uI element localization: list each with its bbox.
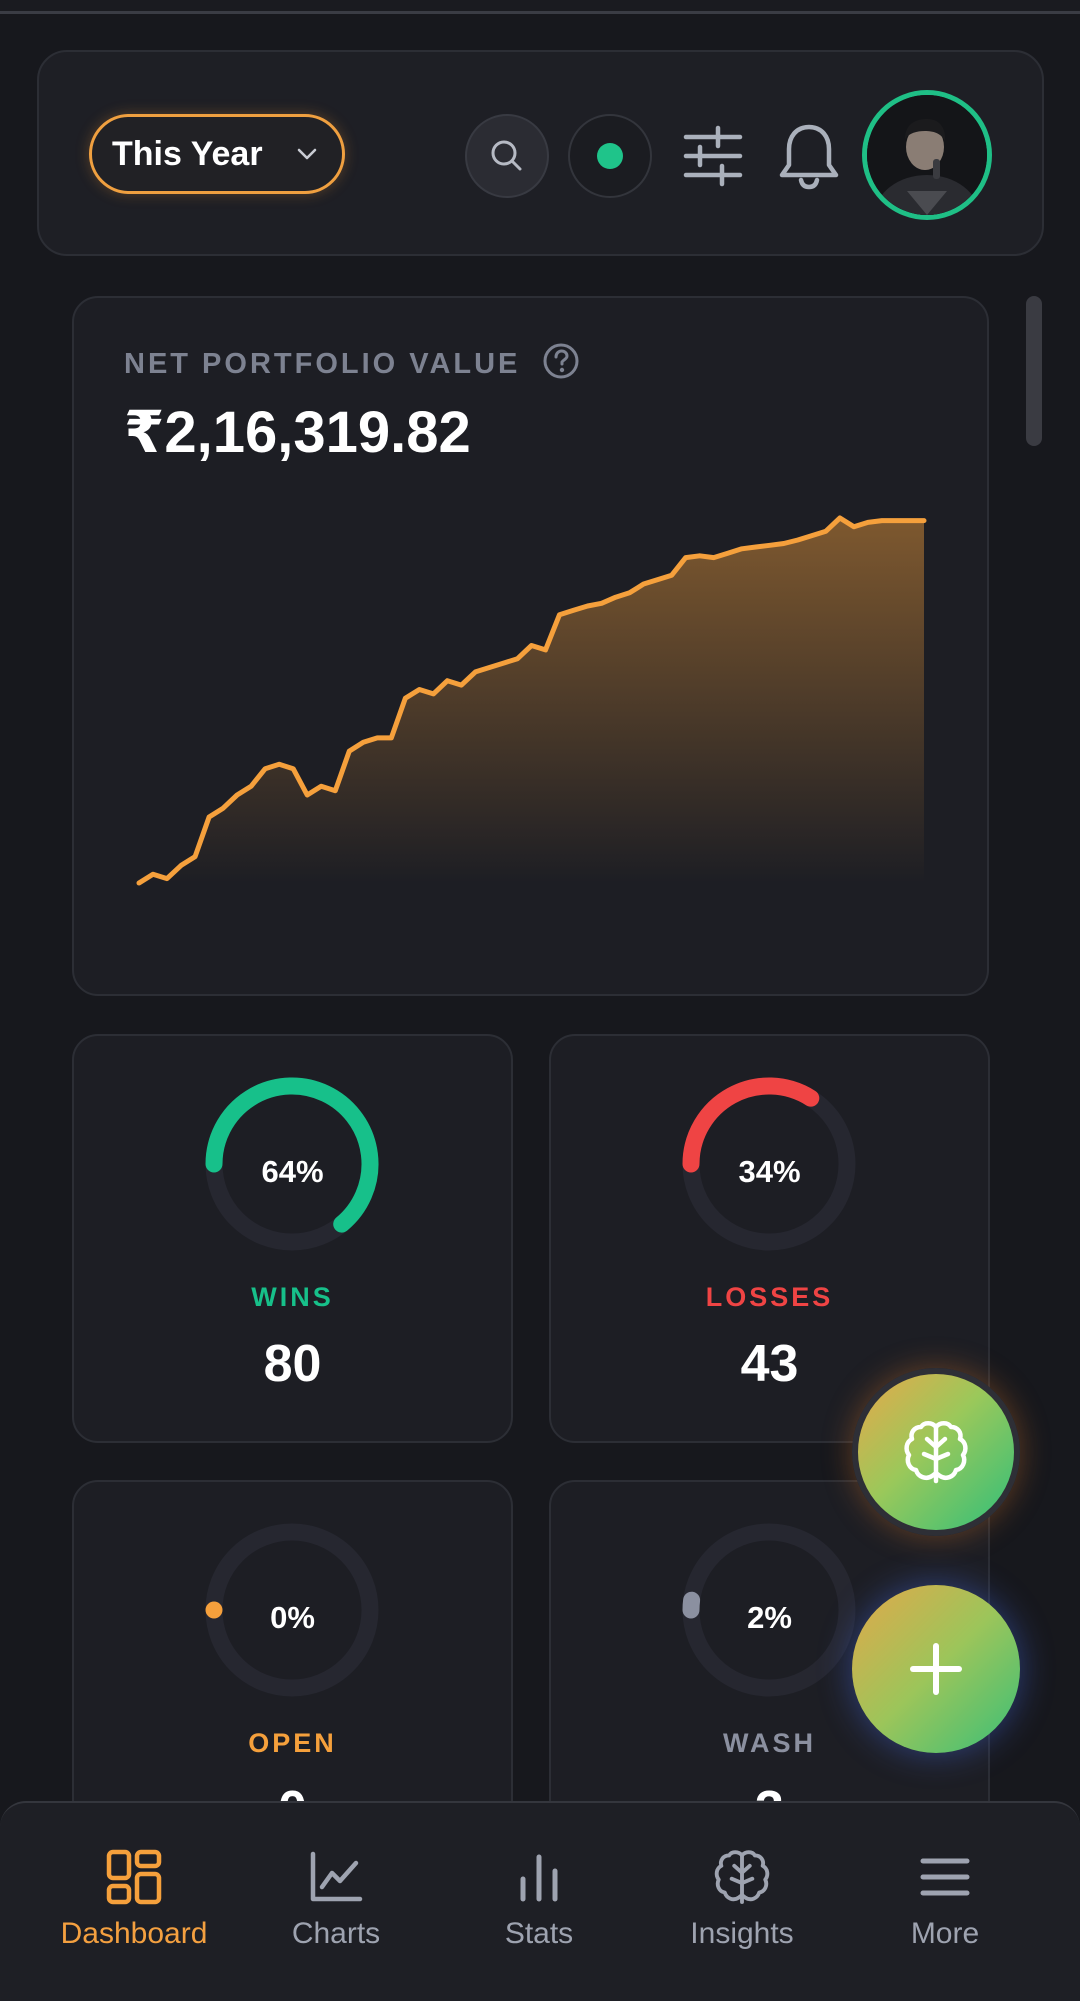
- losses-label: LOSSES: [705, 1282, 834, 1312]
- chart-area-fill: [139, 518, 924, 883]
- portfolio-card: NET PORTFOLIO VALUE ₹2,16,319.82: [72, 296, 989, 996]
- scrollbar-thumb[interactable]: [1026, 296, 1042, 446]
- status-bar-edge: [0, 0, 1080, 14]
- nav-more[interactable]: More: [845, 1803, 1045, 1993]
- menu-icon: [920, 1858, 970, 1896]
- brain-icon: [904, 1421, 968, 1484]
- open-label: OPEN: [248, 1728, 337, 1758]
- losses-gauge-arc: [682, 1077, 820, 1173]
- status-indicator-button[interactable]: [568, 114, 652, 198]
- bell-icon: [779, 124, 839, 190]
- nav-charts[interactable]: Charts: [236, 1803, 436, 1993]
- dashboard-icon: [106, 1849, 162, 1905]
- sliders-icon: [683, 125, 743, 187]
- online-status-dot: [597, 143, 623, 169]
- plus-icon: [910, 1643, 962, 1695]
- nav-insights-label: Insights: [690, 1917, 794, 1950]
- bar-stats-icon: [520, 1854, 558, 1902]
- portfolio-area-chart: [136, 515, 927, 886]
- notifications-button[interactable]: [767, 114, 851, 198]
- ai-insights-fab[interactable]: [852, 1368, 1020, 1536]
- search-icon: [491, 140, 522, 171]
- nav-dashboard-label: Dashboard: [60, 1917, 208, 1950]
- nav-stats-label: Stats: [504, 1917, 574, 1950]
- losses-percent: 34%: [738, 1154, 801, 1189]
- nav-stats[interactable]: Stats: [439, 1803, 639, 1993]
- stat-card-wins[interactable]: 64% WINS 80: [72, 1034, 513, 1443]
- search-button[interactable]: [465, 114, 549, 198]
- wins-count: 80: [263, 1335, 322, 1393]
- nav-insights[interactable]: Insights: [642, 1803, 842, 1993]
- wins-percent: 64%: [261, 1154, 324, 1189]
- line-chart-icon: [310, 1851, 363, 1902]
- top-header: This Year: [37, 50, 1044, 256]
- add-trade-fab[interactable]: [852, 1585, 1020, 1753]
- open-percent: 0%: [270, 1600, 315, 1635]
- period-label: This Year: [112, 134, 263, 173]
- brain-icon: [714, 1850, 770, 1904]
- avatar-photo: [867, 95, 987, 215]
- chevron-down-icon: [297, 148, 317, 160]
- nav-dashboard[interactable]: Dashboard: [34, 1803, 234, 1993]
- user-avatar[interactable]: [862, 90, 992, 220]
- bottom-navigation: Dashboard Charts Stats Insights More: [0, 1801, 1080, 2001]
- nav-more-label: More: [910, 1917, 980, 1950]
- nav-charts-label: Charts: [291, 1917, 381, 1950]
- period-selector[interactable]: This Year: [89, 114, 345, 194]
- wins-label: WINS: [251, 1282, 334, 1312]
- filters-button[interactable]: [671, 114, 755, 198]
